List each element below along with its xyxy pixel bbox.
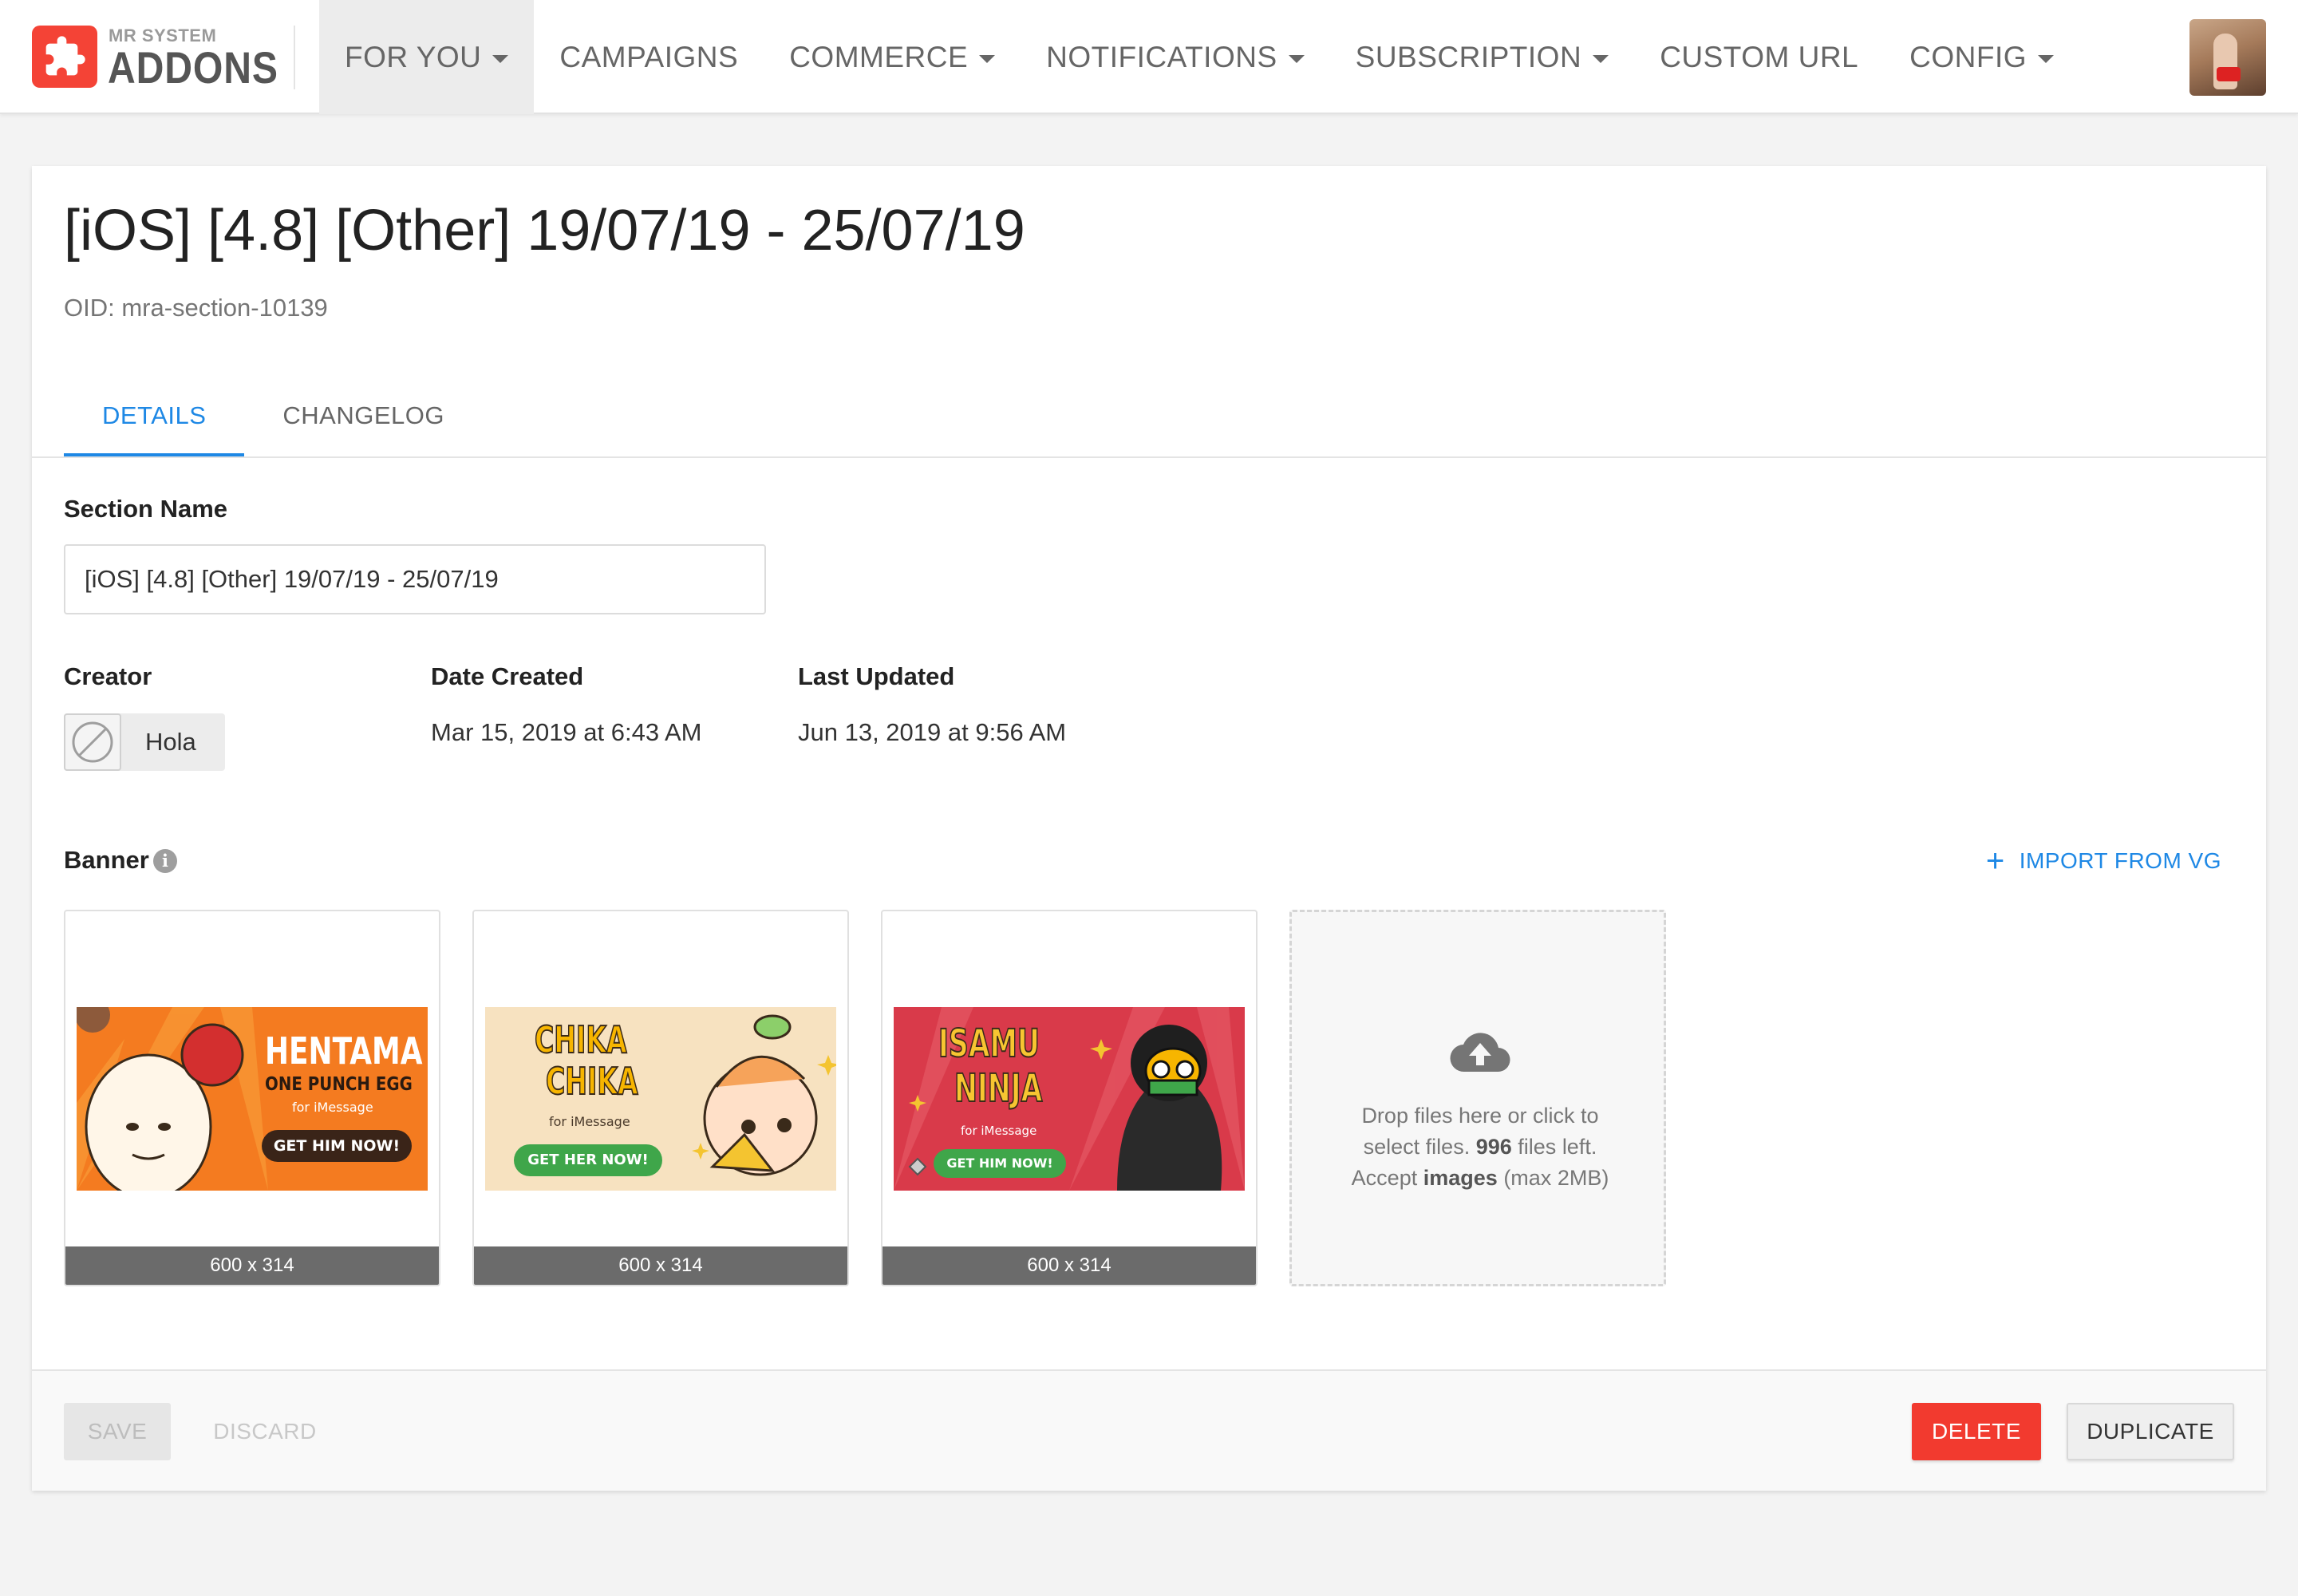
banner-cta: GET HIM NOW!	[262, 1130, 412, 1162]
last-updated-value: Jun 13, 2019 at 9:56 AM	[798, 718, 1067, 746]
files-left-count: 996	[1475, 1135, 1512, 1159]
tabs-divider	[32, 456, 2266, 458]
page-title: [iOS] [4.8] [Other] 19/07/19 - 25/07/19	[64, 199, 1025, 263]
plus-icon: +	[1985, 843, 2005, 879]
banner-image-hentama: HENTAMA ONE PUNCH EGG for iMessage GET H…	[77, 1007, 428, 1191]
banner-image-chika-chika: CHIKA CHIKA for iMessage GET HER NOW!	[485, 1007, 836, 1191]
cloud-upload-icon	[1450, 1032, 1510, 1077]
accepted-file-type: images	[1423, 1166, 1498, 1190]
nav-item-notifications[interactable]: NOTIFICATIONS	[1021, 0, 1329, 114]
detail-tabs: DETAILS CHANGELOG	[64, 375, 483, 456]
nav-item-label: CAMPAIGNS	[559, 40, 739, 73]
main-nav: FOR YOU CAMPAIGNS COMMERCE NOTIFICATIONS…	[319, 0, 2079, 114]
nav-item-label: NOTIFICATIONS	[1046, 40, 1277, 73]
banner-size-caption: 600 x 314	[882, 1246, 1256, 1285]
section-detail-card: [iOS] [4.8] [Other] 19/07/19 - 25/07/19 …	[32, 166, 2266, 1491]
file-dropzone[interactable]: Drop files here or click to select files…	[1289, 910, 1666, 1286]
section-name-label: Section Name	[64, 495, 228, 523]
nav-item-custom-url[interactable]: CUSTOM URL	[1634, 0, 1884, 114]
banner-title-line-2: NINJA	[954, 1065, 1043, 1112]
nav-item-label: FOR YOU	[345, 40, 482, 73]
caret-down-icon	[1288, 54, 1305, 63]
card-footer: SAVE DISCARD DELETE DUPLICATE	[32, 1369, 2266, 1491]
banner-image-isamu-ninja: ISAMU NINJA for iMessage GET HIM NOW!	[894, 1007, 1245, 1191]
last-updated-label: Last Updated	[798, 662, 955, 690]
discard-button[interactable]: DISCARD	[209, 1403, 321, 1460]
caret-down-icon	[2038, 54, 2055, 63]
dropzone-text: Accept	[1351, 1166, 1418, 1190]
object-id: OID: mra-section-10139	[64, 294, 328, 322]
duplicate-button[interactable]: DUPLICATE	[2067, 1403, 2234, 1460]
date-created-value: Mar 15, 2019 at 6:43 AM	[431, 718, 702, 746]
caret-down-icon	[1593, 54, 1609, 63]
dropzone-line-2: select files. 996 files left.	[1308, 1132, 1652, 1163]
nav-item-label: COMMERCE	[789, 40, 969, 73]
nav-item-config[interactable]: CONFIG	[1884, 0, 2079, 114]
puzzle-icon	[32, 26, 97, 88]
nav-item-label: CONFIG	[1909, 40, 2028, 73]
creator-label: Creator	[64, 662, 152, 690]
user-avatar[interactable]	[2189, 19, 2266, 96]
creator-name: Hola	[145, 728, 196, 756]
date-created-label: Date Created	[431, 662, 584, 690]
nav-item-label: CUSTOM URL	[1660, 40, 1859, 73]
dropzone-text: select files.	[1363, 1135, 1471, 1159]
dropzone-line-3: Accept images (max 2MB)	[1308, 1163, 1652, 1194]
tab-details[interactable]: DETAILS	[64, 375, 245, 456]
logo-title: ADDONS	[108, 42, 278, 93]
banner-thumbnail[interactable]: CHIKA CHIKA for iMessage GET HER NOW! 60…	[472, 910, 849, 1286]
dropzone-instructions: Drop files here or click to select files…	[1308, 1100, 1652, 1194]
tab-changelog[interactable]: CHANGELOG	[244, 375, 483, 456]
banner-label: Banner	[64, 846, 149, 874]
info-icon[interactable]: i	[153, 849, 177, 873]
caret-down-icon	[492, 54, 509, 63]
caret-down-icon	[979, 54, 996, 63]
banner-size-caption: 600 x 314	[65, 1246, 439, 1285]
delete-button[interactable]: DELETE	[1912, 1403, 2041, 1460]
banner-cta: GET HIM NOW!	[934, 1149, 1066, 1178]
avatar-figure-detail	[2217, 67, 2241, 81]
banner-size-caption: 600 x 314	[474, 1246, 847, 1285]
banner-thumbnail[interactable]: ISAMU NINJA for iMessage GET HIM NOW! 60…	[881, 910, 1258, 1286]
section-name-input[interactable]	[64, 544, 766, 614]
banner-cta: GET HER NOW!	[514, 1144, 662, 1176]
nav-item-campaigns[interactable]: CAMPAIGNS	[534, 0, 764, 114]
banner-title-line-1: ISAMU	[938, 1021, 1040, 1067]
banner-title: HENTAMA	[265, 1029, 423, 1073]
banner-title-line-1: CHIKA	[534, 1017, 627, 1062]
import-label: IMPORT FROM VG	[2019, 848, 2221, 873]
creator-chip[interactable]: Hola	[64, 713, 225, 771]
nav-item-label: SUBSCRIPTION	[1355, 40, 1582, 73]
dropzone-text: files left.	[1518, 1135, 1597, 1159]
nav-item-commerce[interactable]: COMMERCE	[764, 0, 1021, 114]
dropzone-line-1: Drop files here or click to	[1361, 1104, 1599, 1128]
banner-tagline: for iMessage	[292, 1100, 373, 1115]
top-navbar: MR SYSTEM ADDONS FOR YOU CAMPAIGNS COMME…	[0, 0, 2298, 114]
blocked-avatar-icon	[64, 713, 121, 771]
nav-item-subscription[interactable]: SUBSCRIPTION	[1330, 0, 1635, 114]
import-from-vg-button[interactable]: + IMPORT FROM VG	[1986, 844, 2221, 878]
dropzone-text: (max 2MB)	[1503, 1166, 1609, 1190]
banner-thumbnail[interactable]: HENTAMA ONE PUNCH EGG for iMessage GET H…	[64, 910, 440, 1286]
app-logo[interactable]: MR SYSTEM ADDONS	[32, 26, 278, 93]
banner-subtitle: ONE PUNCH EGG	[265, 1074, 413, 1095]
save-button[interactable]: SAVE	[64, 1403, 171, 1460]
banner-tagline: for iMessage	[961, 1124, 1037, 1138]
nav-item-for-you[interactable]: FOR YOU	[319, 0, 535, 114]
banner-title-line-2: CHIKA	[545, 1059, 638, 1104]
nav-divider	[294, 26, 295, 89]
banner-tagline: for iMessage	[549, 1114, 630, 1129]
